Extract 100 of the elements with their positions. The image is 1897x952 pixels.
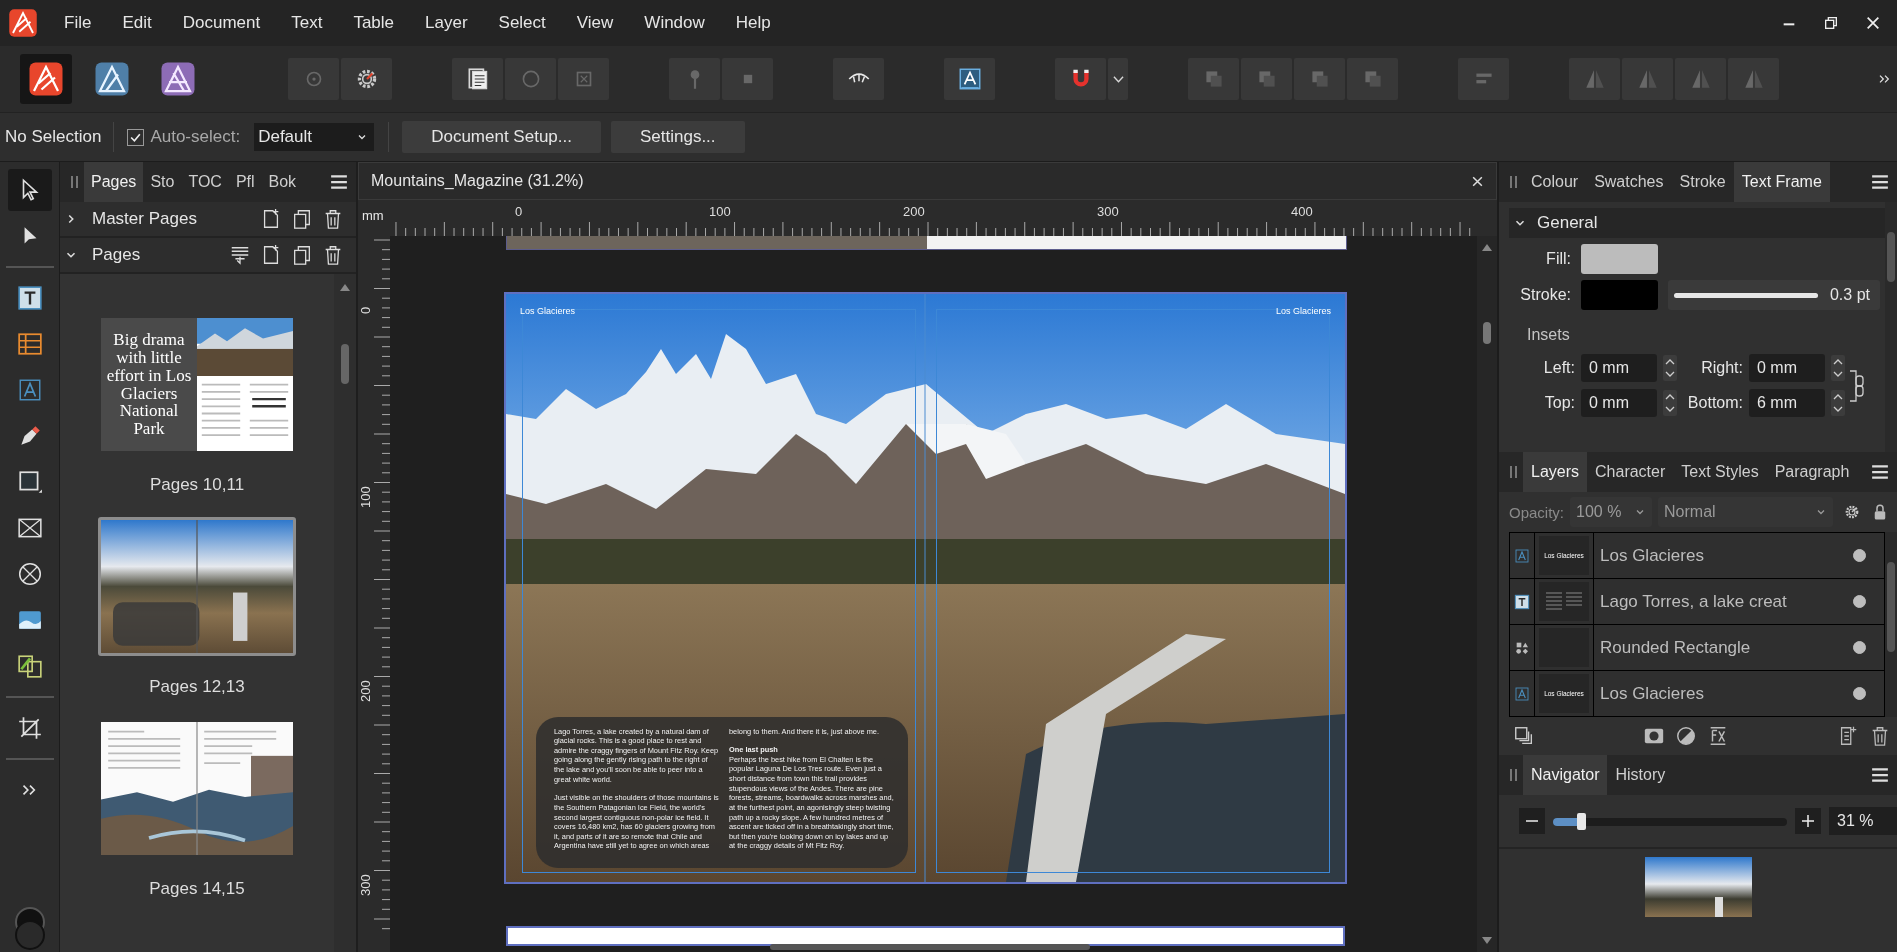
spinner-icon[interactable] — [1831, 390, 1845, 416]
field-label: Right: — [1700, 359, 1743, 377]
checkbox[interactable] — [127, 128, 145, 146]
inset-field[interactable]: 0 mm — [1581, 389, 1657, 417]
scrollbar-thumb[interactable] — [1887, 562, 1895, 652]
thumbnail-title: Big drama with little effort in Los Glaciers National Park — [105, 330, 193, 439]
scroll-up-icon[interactable] — [1481, 242, 1493, 252]
visibility-dot[interactable] — [1853, 641, 1866, 654]
opacity-dropdown[interactable]: 100 % — [1570, 497, 1653, 527]
spread-thumbnail[interactable]: Big drama with little effort in Los Glaciers National Park — [98, 315, 296, 454]
panel-tab[interactable]: Character — [1587, 452, 1674, 492]
menu-item[interactable]: Edit — [122, 13, 174, 33]
text-frame-icon — [16, 285, 43, 311]
menu-item[interactable]: Select — [498, 13, 568, 33]
stroke-swatch[interactable] — [1581, 280, 1658, 310]
toolbar-button[interactable] — [341, 58, 392, 100]
layer-name: Los Glacieres — [1593, 533, 1853, 578]
panel-tab[interactable]: Pages — [84, 162, 144, 202]
photo-logo-icon — [160, 61, 196, 97]
panel-tab[interactable]: Pfl — [228, 162, 262, 202]
zoom-out-button[interactable] — [1519, 808, 1545, 834]
scroll-up-icon[interactable] — [339, 282, 351, 292]
section-title[interactable]: Master Pages — [92, 209, 197, 229]
chain-link-icon[interactable] — [1849, 367, 1865, 404]
toolbar-button[interactable] — [452, 58, 503, 100]
inset-field[interactable]: 0 mm — [1581, 354, 1657, 382]
menu-item[interactable]: Table — [353, 13, 416, 33]
menu-item[interactable]: Text — [291, 13, 345, 33]
panel-tab[interactable]: Swatches — [1586, 162, 1672, 202]
ruler-unit: mm — [361, 207, 385, 225]
menu-icon[interactable] — [1871, 174, 1889, 190]
menu-icon[interactable] — [1871, 464, 1889, 480]
section-title[interactable]: General — [1537, 213, 1598, 233]
field-label: Top: — [1543, 394, 1575, 412]
panel-tab[interactable]: Stroke — [1671, 162, 1734, 202]
scrollbar-thumb[interactable] — [1483, 322, 1491, 344]
fill-swatch[interactable] — [1581, 244, 1658, 274]
panel-tab[interactable]: Paragraph — [1766, 452, 1858, 492]
thumbnail-caption: Pages 12,13 — [149, 677, 245, 697]
spinner-icon[interactable] — [1663, 390, 1677, 416]
blend-mode-dropdown[interactable]: Normal — [1658, 497, 1834, 527]
spinner-icon[interactable] — [1663, 355, 1677, 381]
close-icon[interactable] — [1471, 174, 1484, 188]
context-button[interactable]: Document Setup... — [402, 121, 601, 153]
persona-button[interactable] — [20, 54, 72, 104]
text-frame-icon — [1514, 593, 1530, 610]
menu-icon[interactable] — [330, 174, 348, 190]
zoom-slider[interactable] — [1553, 812, 1787, 830]
panel-tab[interactable]: Bok — [261, 162, 304, 202]
visibility-dot[interactable] — [1853, 549, 1866, 562]
inset-field[interactable]: 6 mm — [1749, 389, 1825, 417]
panel-tab[interactable]: Sto — [143, 162, 182, 202]
insert-pages-icon[interactable] — [229, 244, 251, 266]
close-icon[interactable] — [1865, 15, 1881, 31]
restore-icon[interactable] — [1823, 15, 1839, 31]
spinner-icon[interactable] — [1831, 355, 1845, 381]
menu-item[interactable]: Help — [735, 13, 793, 33]
panel-tab[interactable]: Colour — [1523, 162, 1587, 202]
stacked-squares-icon[interactable] — [1513, 725, 1535, 747]
document-tab[interactable]: Mountains_Magazine (31.2%) — [371, 172, 584, 190]
visibility-dot[interactable] — [1853, 687, 1866, 700]
zoom-in-button[interactable] — [1795, 808, 1821, 834]
scrollbar-thumb[interactable] — [1887, 232, 1895, 282]
toolbar-button[interactable] — [833, 58, 884, 100]
stroke-width-slider[interactable]: 0.3 pt — [1668, 280, 1880, 310]
section-title[interactable]: Pages — [92, 245, 141, 265]
context-button[interactable]: Settings... — [610, 121, 745, 153]
menu-item[interactable]: Document — [182, 13, 283, 33]
inset-field[interactable]: 0 mm — [1749, 354, 1825, 382]
slider-thumb[interactable] — [1577, 812, 1587, 830]
square-icon — [742, 74, 753, 84]
layer-row[interactable]: Rounded Rectangle — [1510, 625, 1884, 671]
panel-tab[interactable]: Navigator — [1523, 755, 1608, 795]
panel-tab[interactable]: Text Styles — [1673, 452, 1767, 492]
panel-tab[interactable]: Text Frame — [1733, 162, 1830, 202]
visibility-dot[interactable] — [1853, 595, 1866, 608]
artistic-text-icon — [1514, 685, 1530, 702]
panel-tab[interactable]: TOC — [181, 162, 229, 202]
field-label: Stroke: — [1519, 286, 1571, 304]
panel-tab[interactable]: History — [1607, 755, 1674, 795]
field-label: Left: — [1542, 359, 1575, 377]
scrollbar-thumb[interactable] — [341, 344, 349, 384]
menu-item[interactable]: View — [576, 13, 636, 33]
toolbar-button[interactable] — [944, 58, 995, 100]
duplicate-page-icon[interactable] — [291, 208, 313, 230]
layer-row[interactable]: Lago Torres, a lake creat — [1510, 579, 1884, 625]
panel-tab[interactable]: Layers — [1523, 452, 1588, 492]
menu-item[interactable]: Window — [644, 13, 727, 33]
mode-dropdown[interactable]: Default — [254, 123, 375, 151]
scrollbar-thumb[interactable] — [770, 944, 1090, 950]
publisher-logo-icon — [28, 61, 64, 97]
tool-button[interactable] — [7, 169, 52, 211]
menu-item[interactable]: Layer — [425, 13, 490, 33]
duplicate-page-icon[interactable] — [291, 244, 313, 266]
menu-icon[interactable] — [1871, 767, 1889, 783]
scroll-down-icon[interactable] — [1481, 936, 1493, 946]
adjustment-icon[interactable] — [1675, 725, 1697, 747]
zoom-field[interactable]: 31 % — [1829, 807, 1897, 835]
thumbnail-caption: Pages 14,15 — [149, 879, 245, 899]
menu-item[interactable]: File — [64, 13, 114, 33]
